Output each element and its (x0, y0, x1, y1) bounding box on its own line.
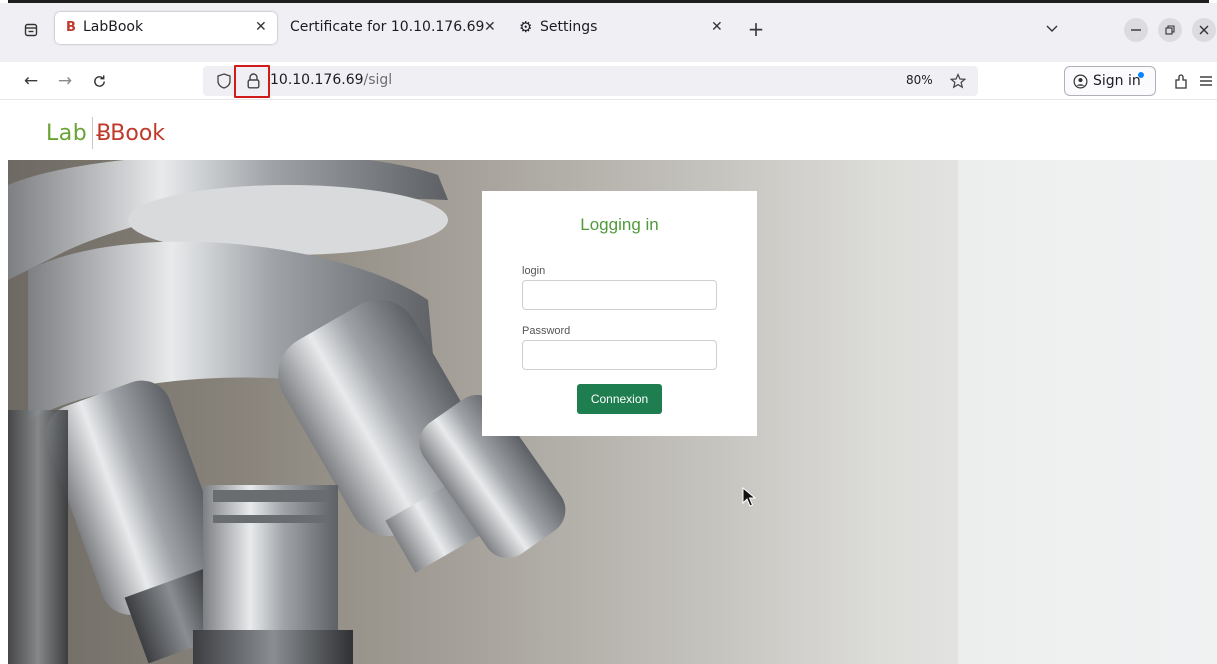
labbook-favicon-icon: B (66, 20, 76, 35)
reload-icon[interactable] (88, 70, 110, 92)
login-input[interactable] (522, 280, 717, 310)
new-tab-button[interactable]: + (744, 17, 768, 41)
restore-icon[interactable] (1158, 18, 1182, 42)
back-icon[interactable]: ← (20, 70, 42, 92)
login-card: Logging in login Password Connexion (482, 191, 757, 436)
logo-divider (92, 117, 94, 149)
tab-certificate[interactable]: Certificate for 10.10.176.69 ✕ (278, 12, 506, 44)
menu-icon[interactable] (1196, 70, 1216, 92)
close-tab-icon[interactable]: ✕ (484, 19, 496, 35)
tab-settings[interactable]: ⚙ Settings ✕ (507, 12, 735, 44)
notification-dot (1138, 72, 1144, 78)
login-title: Logging in (580, 215, 659, 234)
tab-strip: B LabBook ✕ Certificate for 10.10.176.69… (0, 3, 1217, 62)
url-text[interactable]: 10.10.176.69/sigl (270, 72, 392, 88)
tab-label: Settings (540, 19, 598, 35)
password-input[interactable] (522, 340, 717, 370)
shield-icon[interactable] (213, 70, 235, 92)
password-label: Password (522, 325, 571, 337)
tab-list-icon[interactable] (20, 19, 42, 41)
connexion-button[interactable]: Connexion (577, 384, 662, 414)
tab-label: Certificate for 10.10.176.69 (290, 19, 485, 35)
sign-in-label: Sign in (1093, 73, 1141, 89)
url-path: /sigl (363, 72, 393, 88)
extensions-icon[interactable] (1170, 70, 1192, 92)
gear-icon: ⚙ (519, 18, 533, 36)
logo-lab-text: Lab (46, 120, 88, 146)
logo-b-glyph: Ƀ (96, 120, 112, 146)
logo-book-text: Book (110, 120, 166, 146)
lock-highlight-annotation (234, 65, 270, 98)
bookmark-star-icon[interactable] (947, 70, 969, 92)
zoom-level-button[interactable]: 80% (906, 73, 933, 87)
list-all-tabs-icon[interactable] (1042, 19, 1062, 39)
close-tab-icon[interactable]: ✕ (255, 19, 267, 35)
close-window-icon[interactable] (1192, 18, 1216, 42)
forward-icon[interactable]: → (54, 70, 76, 92)
sign-in-button[interactable]: Sign in (1064, 66, 1156, 96)
tab-labbook[interactable]: B LabBook ✕ (55, 12, 277, 44)
close-tab-icon[interactable]: ✕ (711, 19, 723, 35)
account-icon (1073, 74, 1088, 89)
navigation-toolbar: ← → 10.10.176.69/sigl 80% (0, 63, 1217, 99)
login-label: login (522, 265, 546, 277)
tab-label: LabBook (83, 19, 144, 35)
url-host: 10.10.176.69 (270, 72, 364, 88)
labbook-logo[interactable]: Lab Ƀ Book (46, 117, 165, 149)
minimize-icon[interactable] (1124, 18, 1148, 42)
mouse-cursor-icon (742, 486, 757, 511)
